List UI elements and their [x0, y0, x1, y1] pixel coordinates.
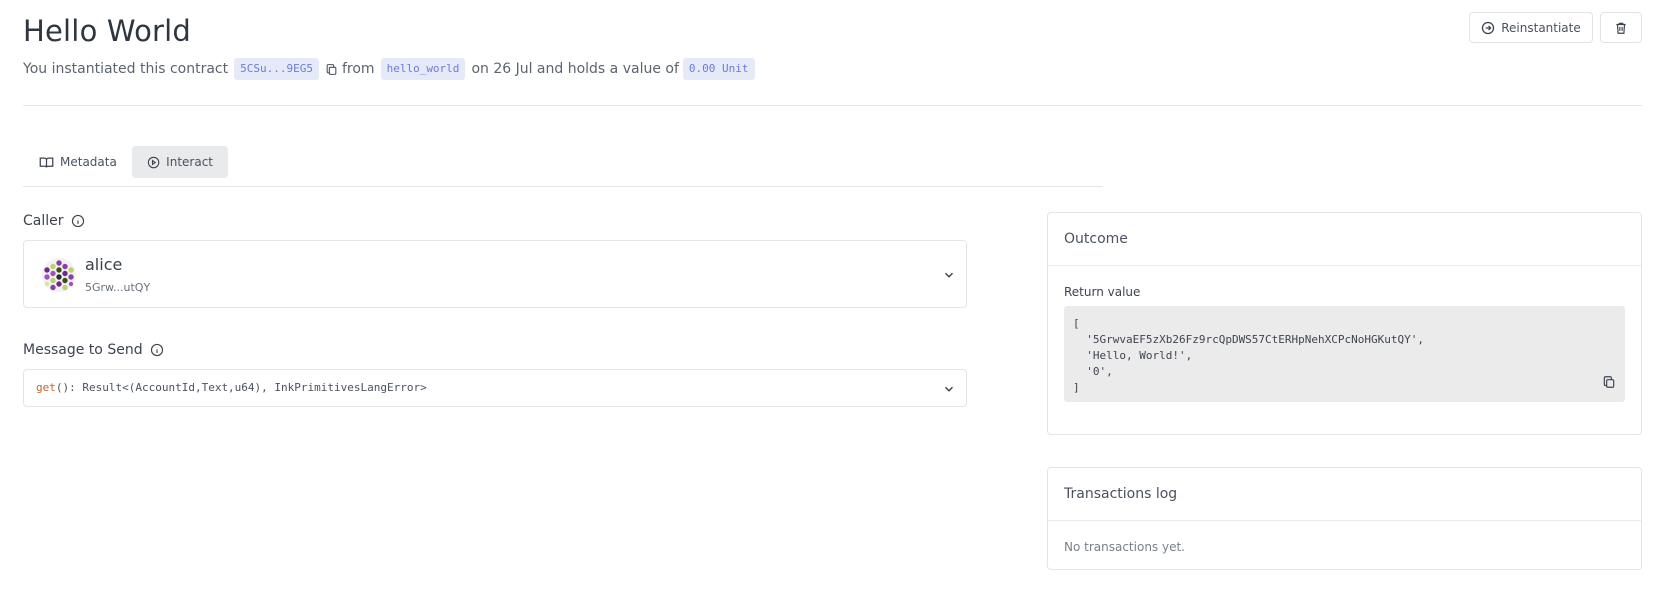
account-identicon-icon [42, 258, 76, 292]
message-select[interactable]: get(): Result<(AccountId,Text,u64), InkP… [23, 369, 967, 407]
return-value-box: [ '5GrwvaEF5zXb26Fz9rcQpDWS57CtERHpNehXC… [1064, 306, 1625, 402]
delete-button[interactable] [1600, 12, 1642, 43]
arrow-circle-right-icon [1482, 21, 1495, 34]
tabs-divider [23, 186, 1103, 187]
info-icon[interactable] [71, 214, 85, 228]
message-signature: get(): Result<(AccountId,Text,u64), InkP… [36, 381, 427, 394]
chevron-down-icon [944, 272, 954, 278]
date-text: on 26 Jul and holds a value of [471, 61, 679, 77]
transactions-log-card: Transactions log No transactions yet. [1047, 467, 1642, 570]
tab-metadata[interactable]: Metadata [24, 146, 132, 178]
play-circle-icon [147, 156, 160, 168]
reinstantiate-button[interactable]: Reinstantiate [1469, 12, 1593, 43]
page-title: Hello World [23, 14, 192, 48]
from-text: from [341, 61, 375, 77]
caller-label-text: Caller [23, 213, 64, 229]
book-icon [39, 157, 54, 168]
return-value-text: [ '5GrwvaEF5zXb26Fz9rcQpDWS57CtERHpNehXC… [1073, 317, 1424, 394]
outcome-card: Outcome Return value [ '5GrwvaEF5zXb26Fz… [1047, 212, 1642, 435]
chevron-down-icon [944, 386, 954, 392]
caller-select[interactable]: alice 5Grw...utQY [23, 240, 967, 308]
trash-icon [1616, 22, 1626, 34]
summary-prefix: You instantiated this contract [23, 61, 229, 77]
tab-interact[interactable]: Interact [132, 146, 228, 178]
message-fn-signature: (): Result<(AccountId,Text,u64), InkPrim… [55, 381, 427, 394]
caller-label: Caller [23, 213, 85, 229]
reinstantiate-label: Reinstantiate [1501, 20, 1581, 35]
caller-address: 5Grw...utQY [85, 281, 151, 294]
tab-metadata-label: Metadata [60, 155, 117, 169]
return-value-label: Return value [1064, 285, 1141, 299]
message-label: Message to Send [23, 342, 164, 358]
caller-name: alice [85, 255, 123, 274]
outcome-title: Outcome [1048, 213, 1641, 266]
contract-address-badge: 5CSu...9EG5 [234, 58, 319, 80]
value-badge: 0.00 Unit [682, 58, 755, 80]
message-fn-name: get [36, 381, 56, 394]
tab-interact-label: Interact [166, 155, 213, 169]
copy-address-icon[interactable] [325, 63, 338, 76]
info-icon[interactable] [150, 343, 164, 357]
header-divider [23, 105, 1642, 106]
transactions-log-title: Transactions log [1048, 468, 1641, 521]
message-label-text: Message to Send [23, 342, 143, 358]
copy-icon[interactable] [1602, 374, 1616, 393]
contract-summary: You instantiated this contract 5CSu...9E… [23, 58, 755, 80]
transactions-empty-text: No transactions yet. [1064, 540, 1185, 554]
code-name-badge: hello_world [380, 58, 466, 80]
